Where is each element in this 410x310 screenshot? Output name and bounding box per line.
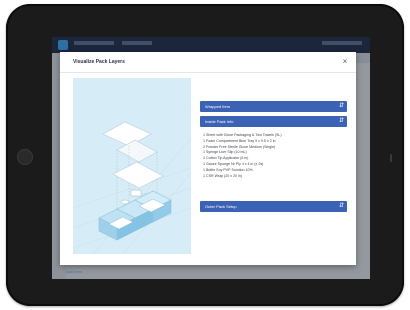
tray-layer (112, 161, 164, 189)
accordion-label: Outer Pack Setup (205, 204, 237, 209)
accordion-outer-pack-setup[interactable]: Outer Pack Setup ⇵ (200, 201, 347, 212)
top-wrap-sheet (102, 121, 152, 147)
screen: Add Item Visualize Pack Layers × Wrapped… (52, 37, 370, 279)
accordion-label: Inside Pack Info (205, 119, 234, 124)
chevron-updown-icon: ⇵ (339, 118, 345, 124)
accordion-label: Wrapped Item (205, 104, 231, 109)
list-item: 1 CSR Wrap (20 x 20 in) (203, 173, 243, 178)
camera-icon (390, 154, 392, 162)
accordion-wrapped-item[interactable]: Wrapped Item ⇵ (200, 101, 347, 112)
pack-layers-illustration (73, 78, 191, 254)
inside-pack-contents-list: 1 Sheet with Glove Packaging & Two Towel… (203, 133, 343, 179)
chevron-updown-icon: ⇵ (339, 103, 345, 109)
chevron-updown-icon: ⇵ (339, 203, 345, 209)
base-tray-blocks (98, 190, 172, 241)
accordion-inside-pack-info[interactable]: Inside Pack Info ⇵ (200, 116, 347, 127)
component-item (130, 189, 142, 197)
tablet-frame: Add Item Visualize Pack Layers × Wrapped… (6, 4, 404, 306)
modal-header: Visualize Pack Layers × (60, 52, 356, 73)
background-add-item-link[interactable]: Add Item (66, 269, 82, 274)
visualize-pack-modal: Visualize Pack Layers × Wrapped Item ⇵ I… (60, 52, 356, 265)
modal-title: Visualize Pack Layers (73, 59, 125, 65)
home-button[interactable] (17, 149, 33, 165)
close-icon[interactable]: × (340, 57, 350, 67)
exploded-pack-diagram (73, 121, 191, 254)
